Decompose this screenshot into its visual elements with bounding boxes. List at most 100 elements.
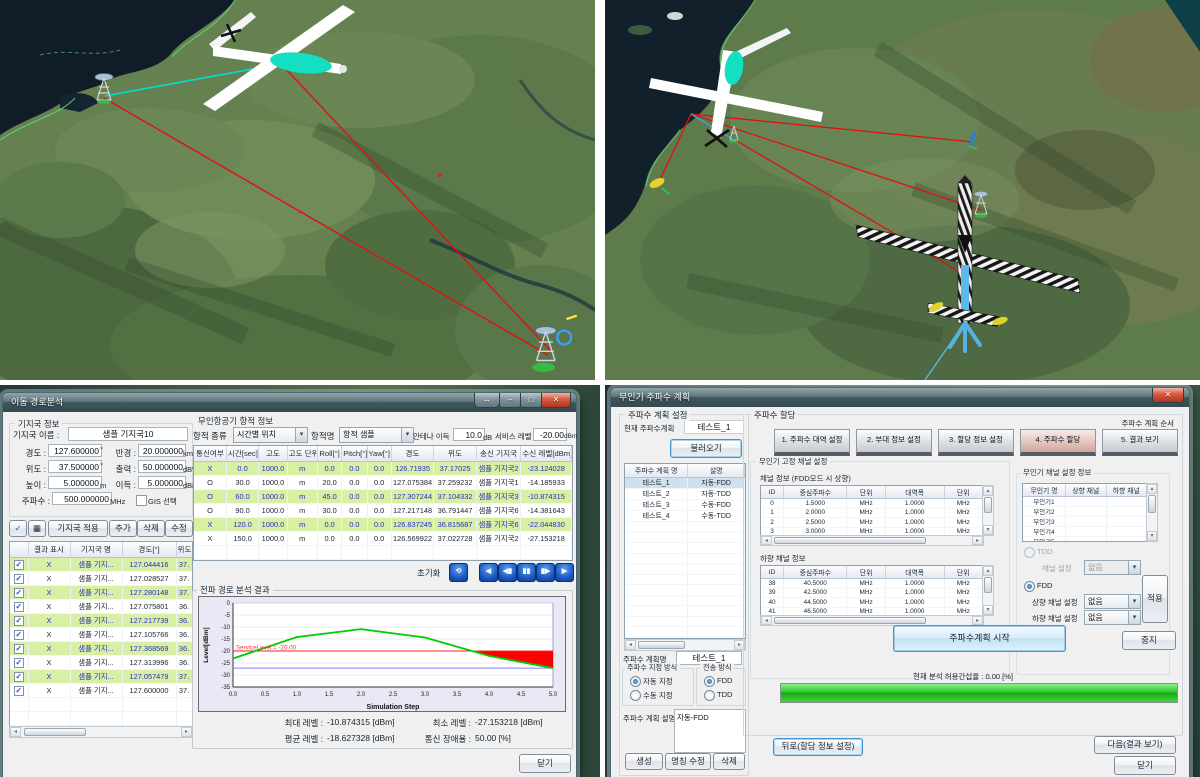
maximize-button[interactable]: □ [520,393,542,408]
start-plan-button[interactable]: 주파수계획 시작 [893,625,1066,652]
column-header[interactable]: 경도[°] [122,542,176,558]
table-row[interactable]: 테스트_1자동-FDD [625,478,745,489]
table-row[interactable]: ✓X샘플 기지...127.21773936. [10,614,192,628]
horizontal-scrollbar[interactable]: ◂▸ [760,535,984,546]
column-header[interactable]: Roll[°] [317,446,341,462]
table-row[interactable]: X0.01000.0m0.00.00.0126.7193537.17025샘플 … [194,462,572,476]
table-row[interactable]: 01.5000MHz1.0000MHz [761,499,983,509]
table-row[interactable]: 3942.5000MHz1.0000MHz [761,588,983,598]
table-row[interactable]: 12.0000MHz1.0000MHz [761,508,983,518]
table-row[interactable] [625,585,745,596]
tdd-radio[interactable] [704,690,715,701]
close-button[interactable]: 닫기 [519,754,571,773]
table-row[interactable] [625,522,745,533]
table-row[interactable]: ✓X샘플 기지...127.05747937. [10,670,192,684]
table-row[interactable] [625,543,745,554]
table-row[interactable]: ✓X샘플 기지...127.07580136. [10,600,192,614]
table-row[interactable]: O60.01000.0m45.00.00.0127.30724437.10433… [194,490,572,504]
column-header[interactable]: 경도 [391,446,434,462]
table-row[interactable] [625,564,745,575]
table-row[interactable]: O30.01000.0m20.00.00.0127.07538437.25923… [194,476,572,490]
play-button[interactable]: ▶ [555,563,574,582]
waypoint-marker[interactable] [438,173,442,177]
pause-button[interactable]: ▮▮ [517,563,536,582]
column-header[interactable]: ID [761,566,784,579]
gis-checkbox[interactable] [136,495,147,506]
tab-results[interactable]: 5. 결과 보기 [1102,429,1178,456]
column-header[interactable]: 대역폭 [885,566,944,579]
table-row[interactable] [625,574,745,585]
table-row[interactable] [625,606,745,617]
station-table[interactable]: 결과 표시기지국 명경도[°]위도[°]✓X샘플 기지...127.044416… [9,541,193,727]
column-header[interactable]: 고도 [259,446,287,462]
table-row[interactable]: 22.5000MHz1.0000MHz [761,518,983,528]
plan-desc-textarea[interactable]: 자동-FDD [674,709,746,753]
fdd-mode-radio[interactable] [1024,581,1035,592]
column-header[interactable]: 상향 채널 [1066,484,1106,497]
add-button[interactable]: 추가 [109,520,137,537]
column-header[interactable]: 설명 [688,464,745,478]
row-checkbox[interactable]: ✓ [14,588,24,598]
field-input[interactable]: 20.000000 [138,444,186,457]
row-checkbox[interactable]: ✓ [14,574,24,584]
column-header[interactable]: 시간[sec] [226,446,258,462]
table-row[interactable] [10,698,192,712]
close-icon[interactable]: ✕ [541,393,571,408]
table-row[interactable] [625,616,745,627]
table-row[interactable]: X150.01000.0m0.00.00.0126.56992237.02272… [194,532,572,546]
table-row[interactable]: 무인기5 [1023,537,1147,543]
service-level-input[interactable]: -20.00 [533,428,567,441]
table-row[interactable]: ✓X샘플 기지...127.36856936. [10,642,192,656]
row-checkbox[interactable]: ✓ [14,616,24,626]
column-header[interactable]: 수신 레벨[dBm] [521,446,572,462]
close-icon[interactable]: ✕ [1152,388,1184,403]
downlink-channel-table[interactable]: ID중심주파수단위대역폭단위3840.5000MHz1.0000MHz3942.… [760,565,984,616]
column-header[interactable]: 단위 [944,566,982,579]
table-row[interactable]: 무인기2 [1023,507,1147,517]
create-button[interactable]: 생성 [625,753,663,770]
table-row[interactable]: 무인기1 [1023,497,1147,507]
column-header[interactable]: 기지국 명 [70,542,122,558]
stop-button[interactable]: 중지 [1122,631,1176,650]
map-right-canvas[interactable] [605,0,1200,380]
track-name-dropdown[interactable]: 항적 샘플 [339,427,414,443]
check-all-button[interactable]: ✓ [9,520,27,537]
rename-button[interactable]: 명칭 수정 [665,753,711,770]
table-row[interactable]: 테스트_2자동-TDD [625,489,745,500]
map-view-right[interactable] [605,0,1200,380]
column-header[interactable]: 고도 단위 [287,446,317,462]
map-left-canvas[interactable] [0,0,595,380]
tab-unit-info[interactable]: 2. 부대 정보 설정 [856,429,932,456]
plan-table[interactable]: 주파수 계획 명설명테스트_1자동-FDD테스트_2자동-TDD테스트_3수동-… [624,463,746,639]
table-row[interactable]: 무인기4 [1023,527,1147,537]
column-header[interactable]: 무인기 명 [1023,484,1066,497]
column-header[interactable]: 송신 기지국 [476,446,521,462]
table-row[interactable]: 3840.5000MHz1.0000MHz [761,579,983,589]
table-row[interactable]: 무인기3 [1023,517,1147,527]
table-row[interactable]: 4044.5000MHz1.0000MHz [761,598,983,608]
tab-alloc-info[interactable]: 3. 할당 정보 설정 [938,429,1014,456]
table-row[interactable]: ✓X샘플 기지...127.10576636. [10,628,192,642]
reset-button[interactable]: ⟲ [449,563,468,582]
column-header[interactable]: ID [761,486,784,499]
column-header[interactable]: 주파수 계획 명 [625,464,688,478]
column-header[interactable]: Yaw[°] [367,446,391,462]
step-backward-button[interactable]: ◀▮ [498,563,517,582]
horizontal-scrollbar[interactable]: ◂▸ [9,726,193,738]
tdd-mode-radio[interactable] [1024,547,1035,558]
row-checkbox[interactable]: ✓ [14,602,24,612]
row-checkbox[interactable]: ✓ [14,672,24,682]
field-input[interactable]: 50.000000 [138,460,186,473]
row-checkbox[interactable]: ✓ [14,630,24,640]
grid-select-button[interactable]: ▦ [28,520,46,537]
table-row[interactable]: 테스트_3수동-FDD [625,500,745,511]
field-input[interactable]: 500.000000 [52,492,112,505]
edit-button[interactable]: 수정 [165,520,193,537]
apply-button[interactable]: 적용 [1142,575,1168,623]
column-header[interactable]: 단위 [944,486,982,499]
table-row[interactable] [625,595,745,606]
table-row[interactable]: O90.01000.0m30.00.00.0127.21714836.79144… [194,504,572,518]
field-input[interactable]: 5.000000 [48,476,102,489]
column-header[interactable]: 중심주파수 [784,566,847,579]
horizontal-scrollbar[interactable]: ◂▸ [624,639,746,651]
